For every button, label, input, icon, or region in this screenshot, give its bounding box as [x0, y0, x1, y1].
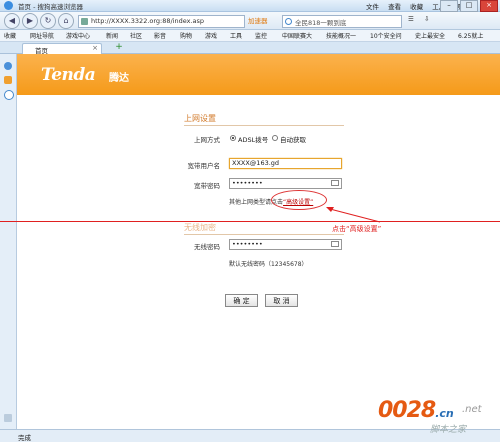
watermark: 0028.cn: [378, 398, 454, 423]
watermark-net: .net: [462, 404, 482, 415]
watermark-sub: 脚本之家: [430, 425, 467, 435]
watermark-number: 0028: [378, 398, 436, 423]
annotation-text: 点击“高级设置”: [332, 225, 382, 233]
annotation-arrow: [326, 207, 381, 223]
status-bar: 完成: [0, 429, 500, 442]
watermark-cn: .cn: [435, 407, 454, 420]
